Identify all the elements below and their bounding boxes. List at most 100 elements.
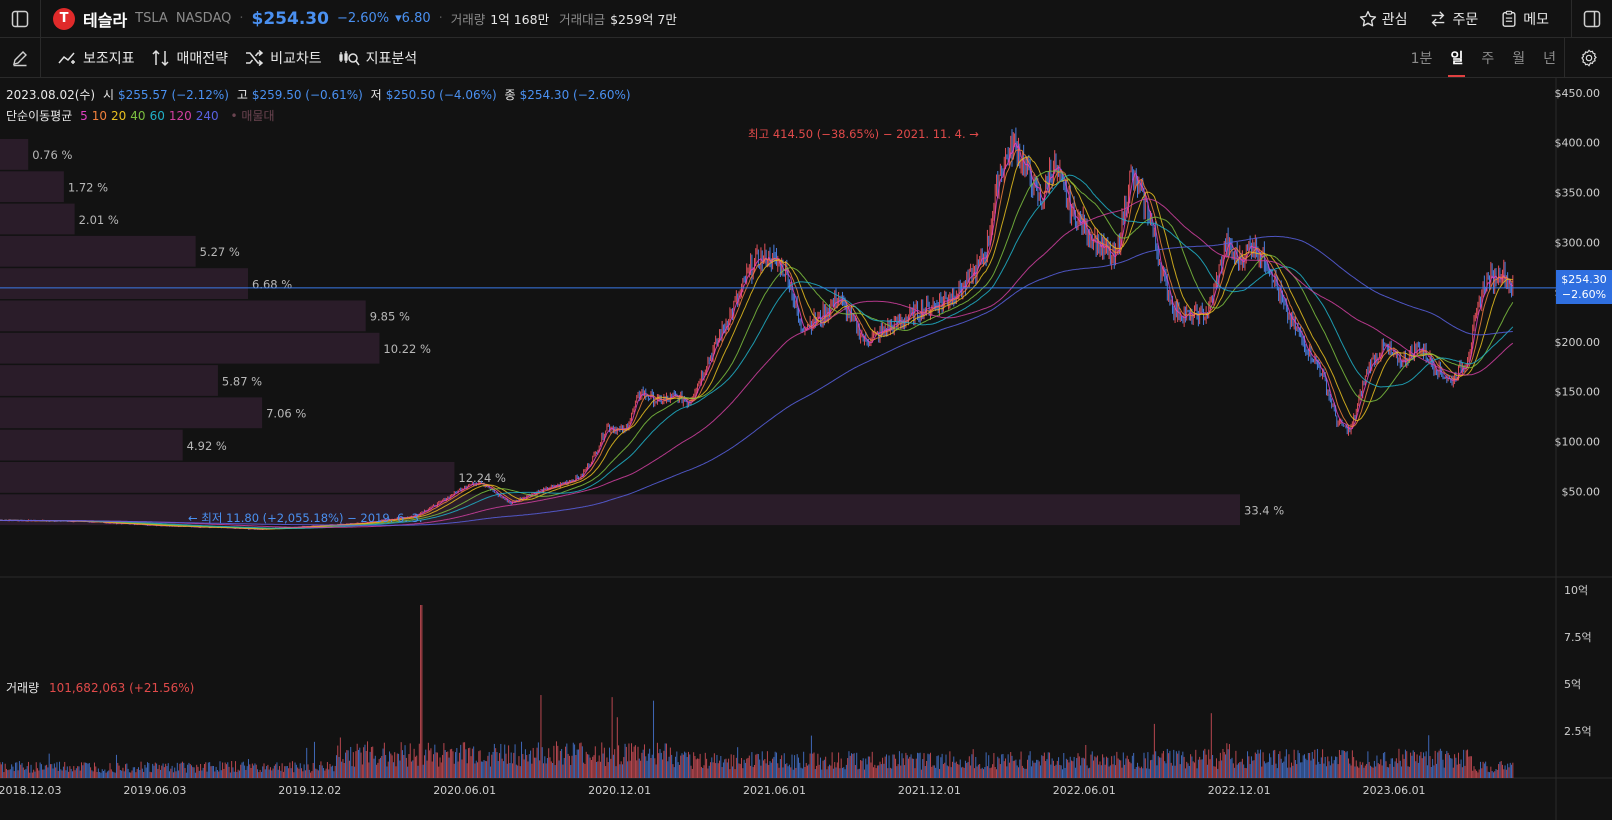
watchlist-label: 관심 bbox=[1381, 12, 1408, 28]
high-annotation: 최고 414.50 (−38.65%) − 2021. 11. 4. → bbox=[748, 127, 979, 141]
right-panel-icon bbox=[1583, 10, 1601, 28]
close-value: $254.30 (−2.60%) bbox=[519, 88, 631, 102]
compare-chart-label: 비교차트 bbox=[270, 50, 322, 67]
volume-profile-bar bbox=[0, 429, 183, 461]
order-button[interactable]: 주문 bbox=[1429, 9, 1478, 29]
timeframe-year[interactable]: 년 bbox=[1543, 38, 1556, 78]
indicators-label: 보조지표 bbox=[83, 50, 135, 67]
ma-periods: 5 10 20 40 60 120 240 bbox=[80, 109, 223, 123]
timeframe-1min[interactable]: 1분 bbox=[1411, 38, 1433, 78]
volume-profile-label: 1.72 % bbox=[68, 180, 108, 194]
volume-profile-bar bbox=[0, 268, 248, 299]
memo-button[interactable]: 메모 bbox=[1500, 9, 1549, 29]
sidebar-toggle-button[interactable] bbox=[0, 0, 40, 38]
order-label: 주문 bbox=[1452, 12, 1479, 28]
ma-period-20: 20 bbox=[111, 109, 127, 123]
indicator-analysis-button[interactable]: 지표분석 bbox=[338, 48, 418, 68]
strategy-label: 매매전략 bbox=[176, 50, 229, 67]
volume-tick-label: 7.5억 bbox=[1564, 631, 1592, 644]
price-tick-label: $150.00 bbox=[1555, 386, 1601, 399]
price-tick-label: $400.00 bbox=[1555, 137, 1601, 150]
open-value: $255.57 (−2.12%) bbox=[118, 88, 229, 102]
volume-profile-bar bbox=[0, 235, 196, 267]
exchange-name: NASDAQ bbox=[175, 11, 232, 26]
high-label: 고 bbox=[236, 88, 248, 102]
compare-chart-button[interactable]: 비교차트 bbox=[244, 48, 322, 68]
timeframe-week[interactable]: 주 bbox=[1481, 38, 1494, 78]
strategy-button[interactable]: 매매전략 bbox=[151, 48, 229, 68]
ticker-symbol: TSLA bbox=[135, 11, 168, 26]
current-price-badge: $254.30 −2.60% bbox=[1556, 270, 1612, 304]
price-chart[interactable]: $450.00$400.00$350.00$300.00$250.00$200.… bbox=[0, 78, 1612, 820]
drawing-tool-button[interactable] bbox=[0, 39, 40, 77]
timeframe-day[interactable]: 일 bbox=[1448, 38, 1466, 78]
sidebar-icon bbox=[11, 10, 29, 27]
swap-arrows-icon bbox=[1432, 11, 1445, 27]
clipboard-icon bbox=[1502, 10, 1516, 27]
price-tick-label: $350.00 bbox=[1555, 187, 1601, 200]
volume-label: 거래량 bbox=[450, 12, 486, 27]
volume-tick-label: 5억 bbox=[1564, 678, 1581, 691]
gear-icon bbox=[1580, 49, 1597, 67]
timeframe-month[interactable]: 월 bbox=[1512, 38, 1525, 78]
separator-dot: · bbox=[239, 11, 244, 26]
volume-tick-label: 10억 bbox=[1564, 584, 1588, 597]
volume-profile-bar bbox=[0, 462, 455, 493]
price-tick-label: $50.00 bbox=[1562, 485, 1601, 498]
shuffle-icon bbox=[246, 49, 264, 66]
volume-legend-label: 거래량 bbox=[6, 681, 40, 695]
ma-period-60: 60 bbox=[149, 109, 165, 123]
pencil-icon bbox=[13, 50, 27, 66]
tesla-logo-icon: T bbox=[53, 7, 75, 30]
volume-profile-label: 5.87 % bbox=[222, 374, 262, 388]
volume-profile-label: 6.68 % bbox=[252, 277, 292, 291]
volume-profile-bar bbox=[0, 300, 366, 332]
trend-chart-icon bbox=[58, 52, 75, 64]
analysis-icon bbox=[338, 50, 360, 65]
volume-bars bbox=[0, 605, 1514, 778]
close-label: 종 bbox=[504, 88, 516, 102]
volume-value: 1억 168만 bbox=[490, 12, 550, 27]
volume-legend-value: 101,682,063 (+21.56%) bbox=[48, 681, 195, 695]
volume-profile-label: • 매물대 bbox=[230, 109, 275, 123]
date-tick-label: 2019.12.02 bbox=[278, 784, 341, 797]
top-bar: T 테슬라 TSLA NASDAQ · $254.30 −2.60% ▾6.80… bbox=[0, 0, 1612, 38]
change-percent: −2.60% bbox=[336, 11, 390, 26]
price-tick-label: $100.00 bbox=[1555, 436, 1601, 449]
sort-arrows-icon bbox=[152, 49, 169, 66]
low-annotation: ← 최저 11.80 (+2,055.18%) − 2019. 6. 3. bbox=[188, 511, 423, 525]
right-panel-toggle-button[interactable] bbox=[1572, 0, 1612, 38]
date-tick-label: 2020.06.01 bbox=[433, 784, 496, 797]
settings-button[interactable] bbox=[1564, 38, 1612, 78]
moving-average-legend: 단순이동평균 5 10 20 40 60 120 240 • 매물대 bbox=[6, 107, 279, 124]
volume-tick-label: 2.5억 bbox=[1564, 725, 1592, 738]
volume-profile-label: 33.4 % bbox=[1244, 503, 1284, 517]
date-tick-label: 2020.12.01 bbox=[588, 784, 651, 797]
date-tick-label: 2021.06.01 bbox=[743, 784, 806, 797]
top-actions: 관심 주문 메모 bbox=[1359, 0, 1612, 38]
low-label: 저 bbox=[370, 88, 382, 102]
divider bbox=[40, 37, 41, 78]
indicators-button[interactable]: 보조지표 bbox=[57, 48, 135, 68]
chart-toolbar: 보조지표 매매전략 비교차트 지표분석 1분 일 주 월 년 bbox=[0, 37, 1612, 78]
ma-period-240: 240 bbox=[195, 109, 219, 123]
watchlist-button[interactable]: 관심 bbox=[1359, 9, 1408, 29]
date-tick-label: 2022.12.01 bbox=[1208, 784, 1271, 797]
volume-profile-bar bbox=[0, 397, 263, 429]
date-tick-label: 2023.06.01 bbox=[1363, 784, 1426, 797]
current-price: $254.30 bbox=[251, 8, 329, 29]
ohlc-legend: 2023.08.02(수) 시 $255.57 (−2.12%) 고 $259.50… bbox=[6, 86, 635, 103]
volume-profile-bar bbox=[0, 171, 64, 203]
high-value: $259.50 (−0.61%) bbox=[251, 88, 363, 102]
volume-profile-label: 2.01 % bbox=[79, 213, 119, 227]
price-tick-label: $300.00 bbox=[1555, 236, 1601, 249]
indicator-analysis-label: 지표분석 bbox=[365, 50, 418, 67]
low-value: $250.50 (−4.06%) bbox=[385, 88, 497, 102]
volume-profile-label: 5.27 % bbox=[200, 245, 240, 259]
trade-amount-label: 거래대금 bbox=[559, 12, 606, 27]
volume-legend: 거래량 101,682,063 (+21.56%) bbox=[6, 679, 194, 696]
chart-area[interactable]: $450.00$400.00$350.00$300.00$250.00$200.… bbox=[0, 78, 1612, 820]
legend-date: 2023.08.02(수) bbox=[6, 88, 96, 102]
date-tick-label: 2021.12.01 bbox=[898, 784, 961, 797]
divider bbox=[40, 0, 41, 38]
